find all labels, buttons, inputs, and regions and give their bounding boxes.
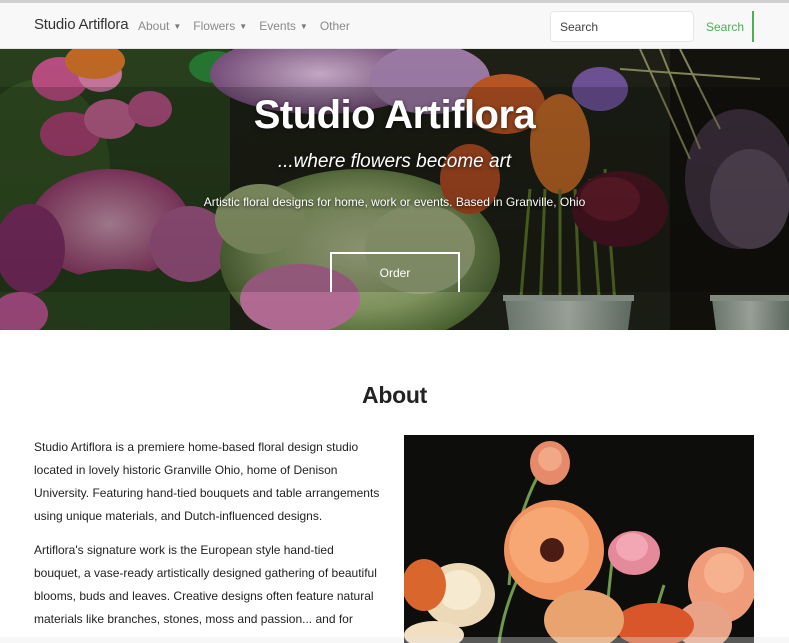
caret-down-icon: ▼ (173, 21, 182, 31)
hero-title: Studio Artiflora (253, 93, 536, 137)
nav-item-other-label: Other (319, 19, 350, 33)
about-flowers-photo (404, 435, 754, 643)
nav-item-flowers-label: Flowers (193, 19, 236, 33)
poppy-bouquet-image (404, 435, 754, 643)
nav-item-other[interactable]: Other (320, 19, 350, 33)
hero-banner: Studio Artiflora ...where flowers become… (0, 49, 789, 330)
nav-item-flowers[interactable]: Flowers ▼ (193, 19, 247, 33)
about-paragraph: Artiflora's signature work is the Europe… (34, 543, 377, 626)
caret-down-icon: ▼ (239, 21, 248, 31)
hero-description: Artistic floral designs for home, work o… (203, 195, 586, 209)
nav-menu: About ▼ Flowers ▼ Events ▼ Other (138, 19, 362, 33)
nav-item-about[interactable]: About ▼ (138, 19, 181, 33)
brand-link[interactable]: Studio Artiflora (34, 16, 129, 33)
about-heading: About (362, 382, 427, 408)
about-paragraph: Studio Artiflora is a premiere home-base… (34, 440, 380, 523)
search-button[interactable]: Search (698, 11, 754, 42)
caret-down-icon: ▼ (299, 21, 308, 31)
page-bottom-edge (0, 637, 789, 643)
order-button[interactable]: Order (330, 252, 460, 292)
search-input[interactable] (550, 11, 694, 42)
about-text: Studio Artiflora is a premiere home-base… (34, 436, 382, 642)
navbar: Studio Artiflora About ▼ Flowers ▼ Event… (0, 3, 789, 49)
hero-tagline: ...where flowers become art (277, 151, 512, 172)
nav-item-about-label: About (138, 19, 170, 33)
nav-item-events-label: Events (259, 19, 296, 33)
nav-item-events[interactable]: Events ▼ (259, 19, 308, 33)
